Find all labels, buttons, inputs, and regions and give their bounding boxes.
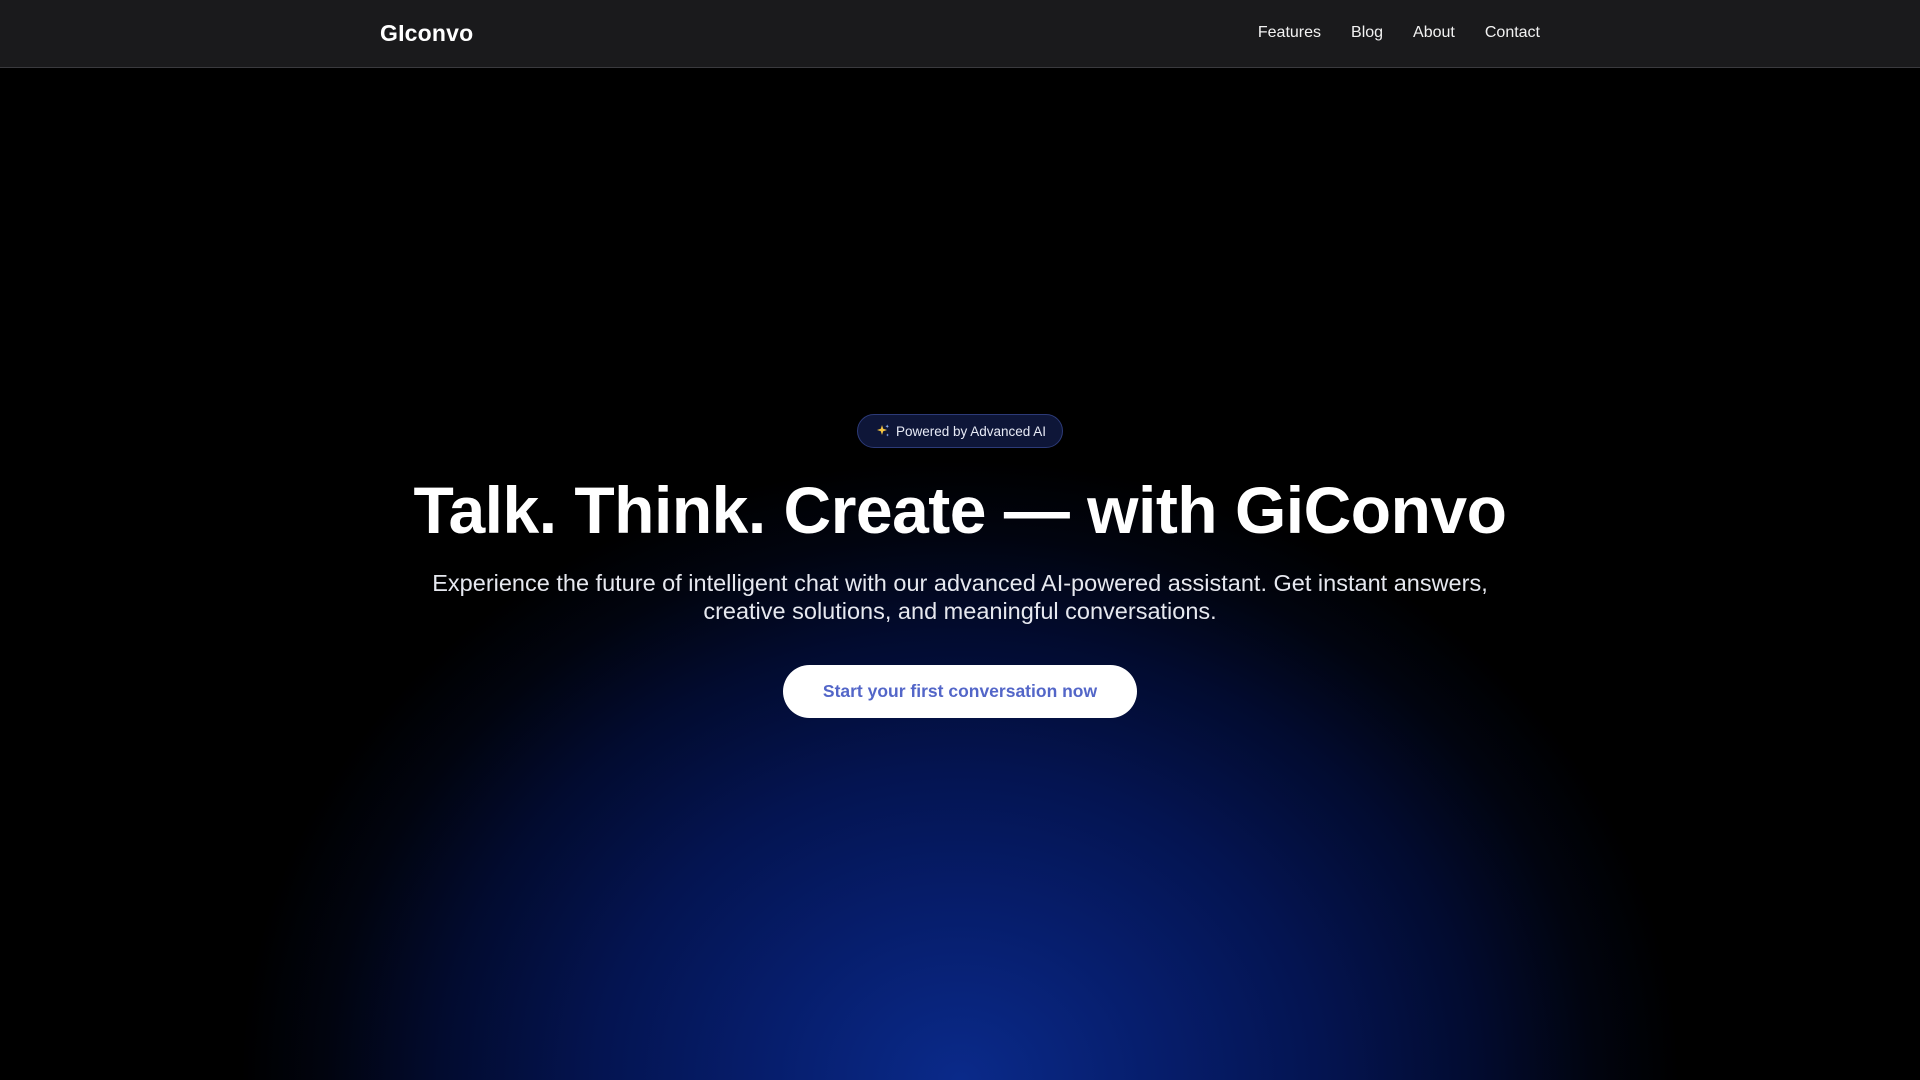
brand-logo-link[interactable]: GIconvo (380, 20, 473, 47)
start-conversation-button[interactable]: Start your first conversation now (782, 664, 1138, 718)
hero-headline: Talk. Think. Create — with GiConvo (413, 473, 1507, 547)
nav-links: Features Blog About Contact (1258, 24, 1540, 42)
nav-link-contact[interactable]: Contact (1485, 24, 1540, 42)
hero-section: Powered by Advanced AI Talk. Think. Crea… (0, 68, 1920, 1080)
hero-subtext: Experience the future of intelligent cha… (432, 569, 1488, 624)
powered-by-badge: Powered by Advanced AI (856, 414, 1064, 448)
top-navbar: GIconvo Features Blog About Contact (0, 0, 1920, 68)
landing-page: GIconvo Features Blog About Contact Powe… (0, 0, 1920, 1080)
nav-link-blog[interactable]: Blog (1351, 24, 1383, 42)
nav-link-features[interactable]: Features (1258, 24, 1321, 42)
badge-label: Powered by Advanced AI (895, 423, 1047, 439)
sparkle-icon (876, 424, 890, 438)
nav-link-about[interactable]: About (1413, 24, 1455, 42)
